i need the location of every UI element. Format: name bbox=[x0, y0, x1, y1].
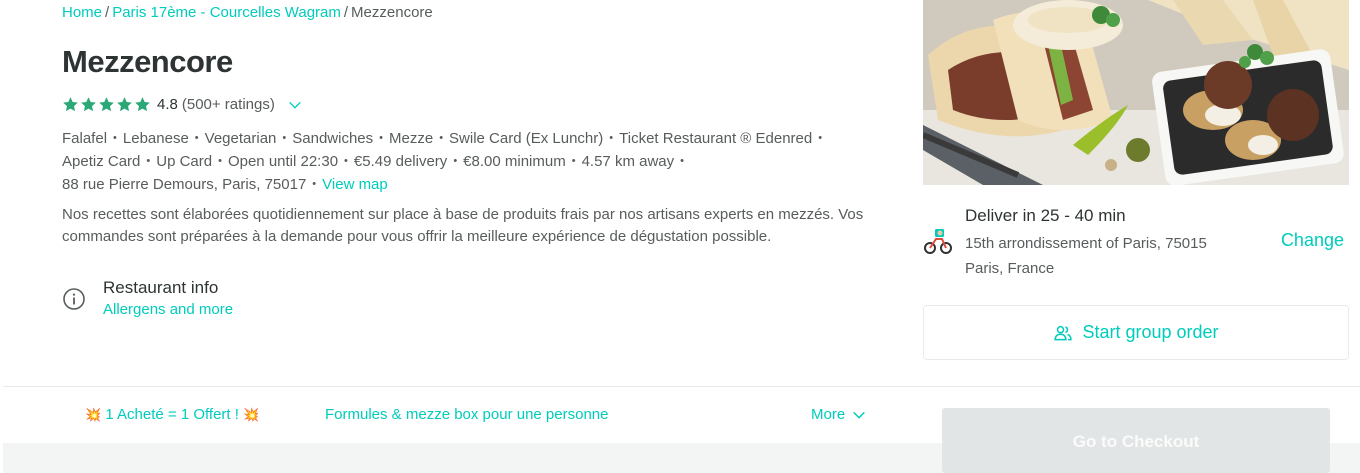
tag-separator: • bbox=[282, 132, 287, 144]
checkout-button[interactable]: Go to Checkout bbox=[942, 408, 1330, 473]
food-photo bbox=[923, 0, 1349, 185]
tag-separator: • bbox=[113, 132, 117, 144]
tag: Falafel bbox=[62, 130, 108, 147]
more-label: More bbox=[811, 406, 846, 423]
restaurant-tags: Falafel • Lebanese • Vegetarian • Sandwiches • M… bbox=[62, 128, 892, 197]
distance: 4.57 km away bbox=[581, 153, 675, 170]
menu-category-tab[interactable]: Formules & mezze box pour une personne bbox=[325, 406, 608, 423]
tag-separator: • bbox=[218, 155, 222, 167]
breadcrumb-area-link[interactable]: Paris 17ème - Courcelles Wagram bbox=[112, 4, 341, 21]
tag-separator: • bbox=[312, 178, 317, 190]
tag: Swile Card (Ex Lunchr) bbox=[449, 130, 604, 147]
star-icon bbox=[99, 97, 114, 112]
menu-category-label: 1 Acheté = 1 Offert ! bbox=[105, 406, 239, 423]
tag-separator: • bbox=[194, 132, 199, 144]
rating-count: (500+ ratings) bbox=[181, 96, 275, 113]
tag-separator: • bbox=[146, 155, 151, 167]
rating-row[interactable]: 4.8 (500+ ratings) bbox=[62, 96, 303, 113]
chevron-down-icon[interactable] bbox=[287, 97, 303, 113]
allergens-link[interactable]: Allergens and more bbox=[103, 299, 233, 321]
tag-separator: • bbox=[379, 132, 383, 144]
opening-hours: Open until 22:30 bbox=[227, 153, 339, 170]
tag-separator: • bbox=[609, 132, 614, 144]
tag-separator: • bbox=[439, 132, 444, 144]
restaurant-address: 88 rue Pierre Demours, Paris, 75017 bbox=[62, 176, 307, 193]
restaurant-info[interactable]: Restaurant info Allergens and more bbox=[62, 277, 233, 321]
delivery-address-line: 15th arrondissement of Paris, 75015 bbox=[965, 235, 1207, 252]
menu-category-nav: 💥 1 Acheté = 1 Offert ! 💥 Formules & mez… bbox=[3, 388, 908, 443]
breadcrumb-home-link[interactable]: Home bbox=[62, 4, 102, 21]
restaurant-info-title: Restaurant info bbox=[103, 278, 219, 297]
divider bbox=[3, 386, 1360, 387]
bike-courier-icon bbox=[924, 229, 952, 254]
breadcrumb-separator: / bbox=[105, 4, 110, 21]
breadcrumb-separator: / bbox=[343, 4, 349, 21]
delivery-address-line: Paris, France bbox=[965, 260, 1055, 277]
chevron-down-icon bbox=[853, 411, 866, 419]
tag-separator: • bbox=[453, 155, 458, 167]
tag-separator: • bbox=[344, 155, 348, 167]
rating-stars bbox=[62, 96, 151, 113]
start-group-order-label: Start group order bbox=[1082, 322, 1219, 342]
restaurant-hero-image bbox=[923, 0, 1349, 185]
restaurant-description: Nos recettes sont élaborées quotidiennem… bbox=[62, 206, 864, 245]
more-categories-button[interactable]: More bbox=[811, 406, 867, 423]
breadcrumb-current: Mezzencore bbox=[351, 4, 433, 21]
users-icon bbox=[1054, 325, 1073, 340]
tag-separator: • bbox=[680, 155, 684, 167]
star-icon bbox=[117, 97, 132, 112]
start-group-order-button[interactable]: Start group order bbox=[923, 305, 1349, 360]
view-map-link[interactable]: View map bbox=[322, 176, 388, 193]
breadcrumb: Home / Paris 17ème - Courcelles Wagram / Mez… bbox=[62, 4, 433, 21]
tag: Apetiz Card bbox=[62, 153, 141, 170]
tag: Lebanese bbox=[122, 130, 189, 147]
delivery-fee: €5.49 delivery bbox=[353, 153, 448, 170]
star-icon bbox=[81, 97, 96, 112]
restaurant-info-text: Restaurant info Allergens and more bbox=[103, 277, 233, 321]
tag-separator: • bbox=[571, 155, 576, 167]
change-address-button[interactable]: Change bbox=[1281, 230, 1344, 251]
star-icon bbox=[63, 97, 78, 112]
delivery-address: 15th arrondissement of Paris, 75015 Pari… bbox=[965, 231, 1255, 281]
tag: Mezze bbox=[389, 130, 434, 147]
collision-icon: 💥 bbox=[243, 407, 260, 422]
collision-icon: 💥 bbox=[85, 407, 102, 422]
menu-category-tab[interactable]: 💥 1 Acheté = 1 Offert ! 💥 bbox=[85, 406, 259, 423]
rating-value: 4.8 bbox=[157, 96, 178, 113]
tag-separator: • bbox=[818, 132, 823, 144]
tag: Sandwiches bbox=[292, 130, 374, 147]
delivery-time: Deliver in 25 - 40 min bbox=[965, 206, 1126, 225]
star-icon bbox=[135, 97, 150, 112]
minimum-order: €8.00 minimum bbox=[463, 153, 566, 170]
info-icon bbox=[63, 288, 85, 310]
tag: Ticket Restaurant ® Edenred bbox=[619, 130, 813, 147]
tag: Up Card bbox=[156, 153, 213, 170]
tag: Vegetarian bbox=[204, 130, 277, 147]
restaurant-name: Mezzencore bbox=[62, 44, 233, 79]
